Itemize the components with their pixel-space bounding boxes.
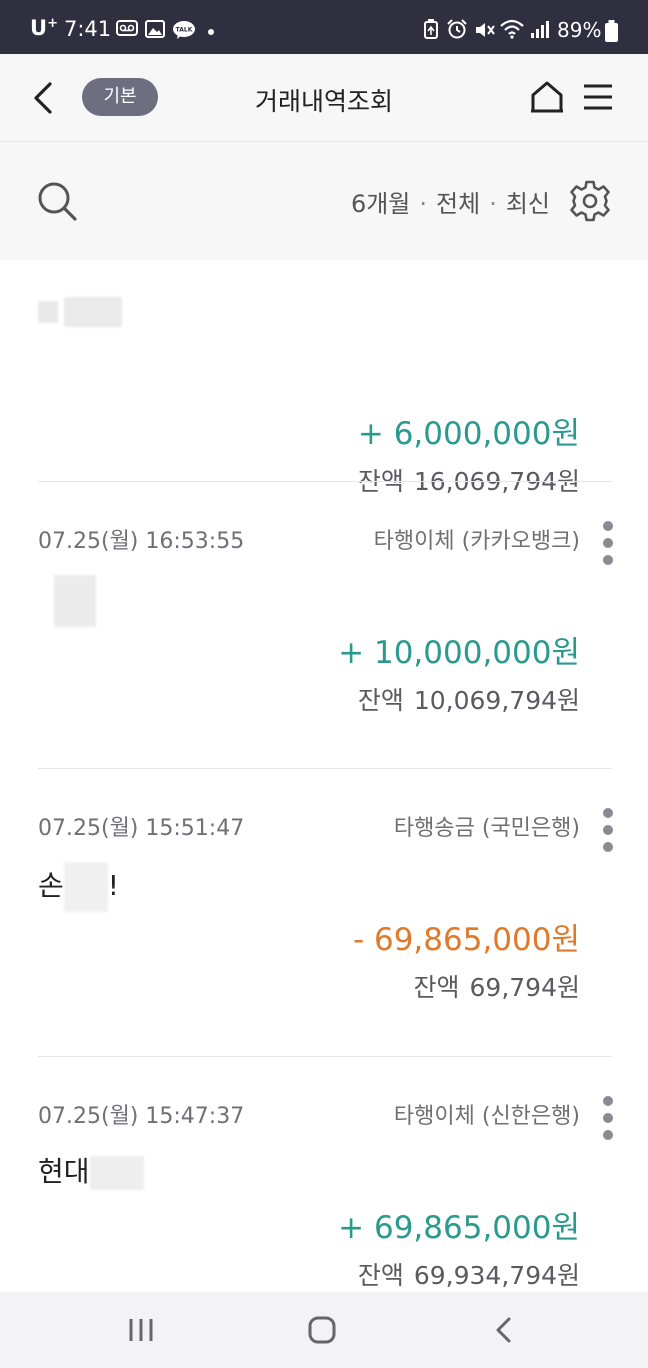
- transaction-type: 타행이체 (카카오뱅크): [373, 529, 580, 554]
- home-nav-icon[interactable]: [308, 1316, 336, 1344]
- recent-apps-icon[interactable]: [128, 1316, 154, 1344]
- redacted-blur: [89, 1156, 144, 1190]
- transaction-item[interactable]: 07.25(월) 15:47:37 타행이체 (신한은행) 현대 + 69,86…: [0, 1056, 648, 1292]
- balance: 잔액 69,794원: [413, 973, 581, 1002]
- back-nav-icon[interactable]: [492, 1316, 516, 1344]
- redacted-blur: [63, 862, 108, 912]
- more-options-icon[interactable]: [596, 1096, 620, 1142]
- transaction-type: 타행송금 (국민은행): [393, 816, 580, 841]
- counterparty-name: 현대: [38, 1150, 144, 1190]
- balance: 잔액 69,934,794원: [357, 1261, 580, 1290]
- alarm-icon: [447, 19, 467, 39]
- divider: [38, 768, 612, 769]
- status-bar: U+ 7:41 TALK 89%: [0, 0, 648, 54]
- transaction-date: 07.25(월) 16:53:55: [38, 529, 245, 554]
- system-nav-bar: [0, 1292, 648, 1368]
- home-icon[interactable]: [530, 80, 564, 114]
- transaction-type: 타행이체 (신한은행): [393, 1104, 580, 1129]
- filter-bar: 6개월 · 전체 · 최신: [0, 142, 648, 260]
- counterparty-name: [38, 575, 96, 627]
- filter-period: 6개월: [350, 190, 411, 218]
- battery-saver-icon: [424, 19, 438, 39]
- battery-percent: 89%: [557, 18, 602, 42]
- more-options-icon[interactable]: [596, 808, 620, 854]
- filter-sort: 최신: [505, 190, 550, 218]
- filter-summary[interactable]: 6개월 · 전체 · 최신: [351, 184, 550, 219]
- gallery-icon: [145, 20, 165, 38]
- redacted-blur: [64, 297, 122, 327]
- clock: 7:41: [64, 17, 112, 41]
- balance: 잔액 10,069,794원: [357, 686, 580, 715]
- transaction-date: 07.25(월) 15:47:37: [38, 1104, 245, 1129]
- transaction-date: 07.25(월) 15:51:47: [38, 816, 245, 841]
- redacted-blur: [38, 301, 58, 323]
- transaction-amount: + 6,000,000원: [357, 416, 580, 452]
- counterparty-name: [38, 294, 122, 327]
- divider: [38, 481, 612, 482]
- app-header: 기본 거래내역조회: [0, 54, 648, 142]
- filter-scope: 전체: [436, 190, 481, 218]
- redacted-blur: [54, 575, 96, 627]
- svg-text:TALK: TALK: [176, 27, 193, 34]
- gear-icon[interactable]: [568, 179, 612, 223]
- transaction-list[interactable]: + 6,000,000원 잔액 16,069,794원 07.25(월) 16:5…: [0, 260, 648, 1292]
- dot-icon: [208, 29, 214, 35]
- transaction-item[interactable]: 07.25(월) 16:53:55 타행이체 (카카오뱅크) + 10,000,…: [0, 481, 648, 768]
- hamburger-menu-icon[interactable]: [582, 82, 614, 112]
- carrier-label: U+: [30, 16, 58, 40]
- voicemail-icon: [116, 20, 138, 36]
- transaction-amount: - 69,865,000원: [352, 922, 580, 958]
- transaction-item[interactable]: + 6,000,000원 잔액 16,069,794원: [0, 260, 648, 496]
- divider: [38, 1056, 612, 1057]
- search-icon[interactable]: [36, 180, 78, 222]
- transaction-amount: + 69,865,000원: [338, 1210, 580, 1246]
- signal-icon: [531, 21, 549, 38]
- kakaotalk-icon: TALK: [173, 21, 195, 39]
- transaction-amount: + 10,000,000원: [338, 635, 580, 671]
- transaction-item[interactable]: 07.25(월) 15:51:47 타행송금 (국민은행) 손! - 69,86…: [0, 768, 648, 1055]
- mute-icon: [476, 23, 495, 37]
- battery-icon: [605, 20, 618, 42]
- wifi-icon: [500, 19, 524, 39]
- counterparty-name: 손!: [38, 862, 119, 912]
- more-options-icon[interactable]: [596, 521, 620, 567]
